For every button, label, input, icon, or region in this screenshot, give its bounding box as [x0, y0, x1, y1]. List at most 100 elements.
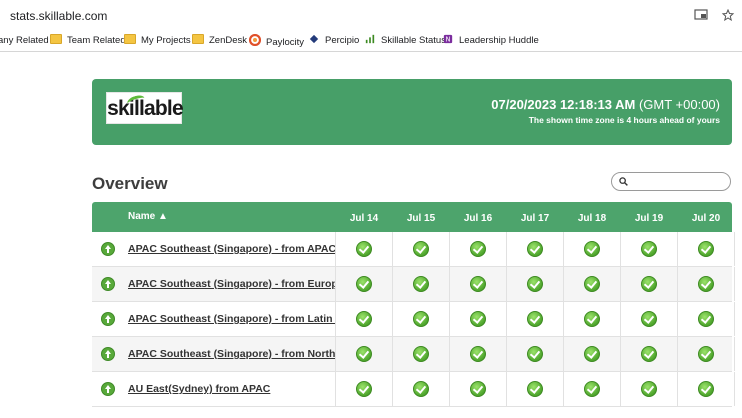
day-status-cell — [678, 337, 735, 371]
check-circle-icon[interactable] — [356, 276, 372, 292]
check-circle-icon[interactable] — [584, 276, 600, 292]
check-circle-icon[interactable] — [641, 276, 657, 292]
status-table: Name ▲ Jul 14 Jul 15 Jul 16 Jul 17 Jul 1… — [92, 202, 735, 407]
check-circle-icon[interactable] — [470, 346, 486, 362]
day-status-cell — [564, 302, 621, 336]
column-header-day: Jul 20 — [691, 213, 721, 224]
status-up-icon — [101, 242, 115, 256]
day-status-cell — [621, 337, 678, 371]
column-header-day: Jul 14 — [349, 213, 379, 224]
day-status-cell — [564, 232, 621, 266]
check-circle-icon[interactable] — [356, 381, 372, 397]
status-up-icon — [101, 347, 115, 361]
table-body: APAC Southeast (Singapore) - from APAC AP… — [92, 232, 735, 407]
bookmark-zendesk[interactable]: ZenDesk — [192, 34, 247, 48]
day-status-cell — [621, 302, 678, 336]
check-circle-icon[interactable] — [413, 276, 429, 292]
day-status-cell — [450, 337, 507, 371]
table-row: APAC Southeast (Singapore) - from APAC — [92, 232, 735, 267]
check-circle-icon[interactable] — [470, 381, 486, 397]
check-circle-icon[interactable] — [356, 346, 372, 362]
check-circle-icon[interactable] — [584, 381, 600, 397]
check-circle-icon[interactable] — [527, 311, 543, 327]
check-circle-icon[interactable] — [527, 346, 543, 362]
bookmark-paylocity[interactable]: Paylocity — [249, 34, 304, 48]
check-circle-icon[interactable] — [470, 241, 486, 257]
bookmark-percipio[interactable]: Percipio — [308, 34, 359, 48]
check-circle-icon[interactable] — [698, 311, 714, 327]
day-status-cell — [450, 232, 507, 266]
bookmark-my-projects[interactable]: My Projects — [124, 34, 191, 48]
day-status-cell — [450, 372, 507, 406]
table-row: APAC Southeast (Singapore) - from Latin … — [92, 302, 735, 337]
day-status-cell — [621, 232, 678, 266]
check-circle-icon[interactable] — [470, 276, 486, 292]
check-circle-icon[interactable] — [698, 276, 714, 292]
name-column-header[interactable]: Name ▲ — [128, 211, 168, 222]
check-circle-icon[interactable] — [470, 311, 486, 327]
check-circle-icon[interactable] — [698, 346, 714, 362]
day-status-cell — [678, 267, 735, 301]
check-circle-icon[interactable] — [698, 241, 714, 257]
column-header-day: Jul 18 — [577, 213, 607, 224]
check-circle-icon[interactable] — [584, 241, 600, 257]
table-row: APAC Southeast (Singapore) - from North … — [92, 337, 735, 372]
check-circle-icon[interactable] — [698, 381, 714, 397]
page-title: Overview — [92, 174, 168, 193]
bookmark-skillable-status[interactable]: Skillable Status — [364, 34, 446, 48]
bookmark-any-related[interactable]: any Related — [0, 34, 49, 48]
day-status-cell — [336, 267, 393, 301]
day-status-cell — [393, 267, 450, 301]
check-circle-icon[interactable] — [584, 346, 600, 362]
region-link[interactable]: APAC Southeast (Singapore) - from Europe — [128, 278, 335, 290]
check-circle-icon[interactable] — [641, 346, 657, 362]
day-status-cell — [507, 337, 564, 371]
check-circle-icon[interactable] — [641, 311, 657, 327]
header-banner: skillable 07/20/2023 12:18:13 AM (GMT +0… — [92, 79, 732, 145]
day-status-cell — [507, 267, 564, 301]
name-cell: APAC Southeast (Singapore) - from Europe — [92, 267, 336, 301]
check-circle-icon[interactable] — [413, 241, 429, 257]
cast-icon[interactable] — [694, 9, 708, 21]
check-circle-icon[interactable] — [641, 381, 657, 397]
day-status-cell — [564, 337, 621, 371]
day-status-cell — [678, 302, 735, 336]
bookmark-star-icon[interactable] — [721, 9, 735, 21]
timezone-note: The shown time zone is 4 hours ahead of … — [528, 115, 720, 125]
status-icon — [365, 34, 375, 44]
region-link[interactable]: AU East(Sydney) from APAC — [128, 383, 270, 395]
region-link[interactable]: APAC Southeast (Singapore) - from APAC — [128, 243, 335, 255]
region-link[interactable]: APAC Southeast (Singapore) - from Latin … — [128, 313, 335, 325]
day-status-cell — [450, 267, 507, 301]
check-circle-icon[interactable] — [527, 241, 543, 257]
region-link[interactable]: APAC Southeast (Singapore) - from North … — [128, 348, 335, 360]
check-circle-icon[interactable] — [527, 276, 543, 292]
folder-icon — [50, 34, 62, 44]
bookmark-leadership-huddle[interactable]: N Leadership Huddle — [442, 34, 539, 48]
check-circle-icon[interactable] — [641, 241, 657, 257]
column-header-day: Jul 19 — [634, 213, 664, 224]
search-icon — [619, 177, 628, 186]
day-status-cell — [336, 232, 393, 266]
check-circle-icon[interactable] — [413, 311, 429, 327]
clock: 07/20/2023 12:18:13 AM (GMT +00:00) The … — [491, 97, 720, 125]
skillable-logo[interactable]: skillable — [106, 92, 184, 124]
day-status-cell — [450, 302, 507, 336]
day-status-cell — [507, 372, 564, 406]
name-cell: APAC Southeast (Singapore) - from Latin … — [92, 302, 336, 336]
address-bar[interactable]: stats.skillable.com — [0, 0, 742, 30]
timezone: (GMT +00:00) — [638, 97, 720, 112]
url-text[interactable]: stats.skillable.com — [10, 9, 107, 23]
search-input[interactable] — [611, 172, 731, 191]
check-circle-icon[interactable] — [356, 241, 372, 257]
paylocity-icon — [249, 34, 261, 46]
column-header-day: Jul 16 — [463, 213, 493, 224]
check-circle-icon[interactable] — [584, 311, 600, 327]
day-status-cell — [393, 302, 450, 336]
check-circle-icon[interactable] — [413, 381, 429, 397]
bookmark-team-related[interactable]: Team Related — [50, 34, 126, 48]
check-circle-icon[interactable] — [527, 381, 543, 397]
check-circle-icon[interactable] — [356, 311, 372, 327]
check-circle-icon[interactable] — [413, 346, 429, 362]
day-status-cell — [393, 337, 450, 371]
